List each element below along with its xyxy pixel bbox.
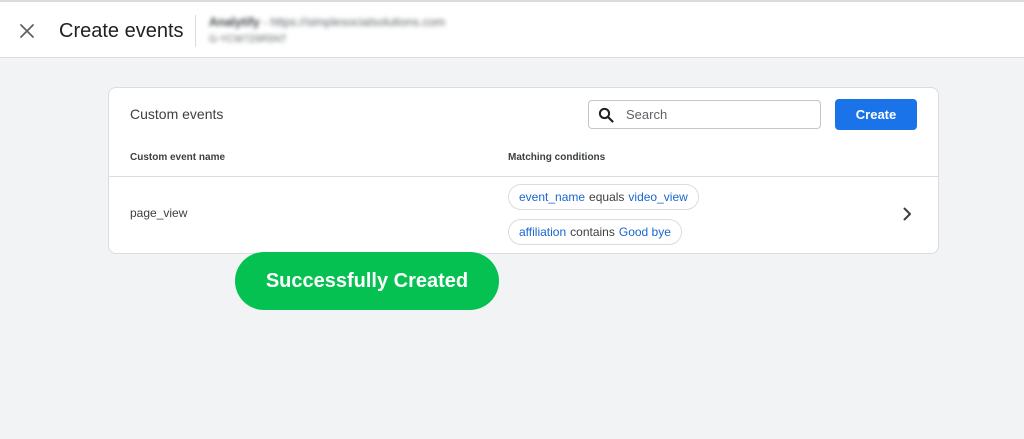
condition-chip: event_name equals video_view [508,184,699,210]
property-name: Analytify [209,15,260,29]
search-icon [598,107,614,123]
property-name-line: Analytify - https://simplesocialsolution… [209,14,445,30]
column-header-event-name: Custom event name [130,152,226,163]
header-divider [195,15,196,47]
top-bar: Create events Analytify - https://simple… [0,0,1024,58]
property-info: Analytify - https://simplesocialsolution… [209,14,445,47]
event-name: page_view [130,206,188,220]
condition-operator: equals [589,190,625,204]
create-button[interactable]: Create [835,99,917,130]
success-toast: Successfully Created [235,252,499,310]
condition-operator: contains [570,225,615,239]
condition-field: affiliation [519,225,567,239]
close-button[interactable] [14,18,40,44]
table-row[interactable]: page_view event_name equals video_view a… [109,177,938,253]
condition-field: event_name [519,190,586,204]
custom-events-card: Custom events Create Custom event name M… [108,87,939,254]
card-title: Custom events [130,106,224,122]
condition-value: Good bye [618,225,671,239]
property-id: G-YCW7Z6R5NT [209,34,287,45]
condition-chip: affiliation contains Good bye [508,219,682,245]
column-header-matching-conditions: Matching conditions [508,152,606,163]
property-url: https://simplesocialsolutions.com [270,15,446,29]
search-input[interactable] [624,106,808,123]
search-box[interactable] [588,100,821,129]
close-icon [20,24,34,38]
page-title: Create events [59,20,184,42]
chevron-right-icon[interactable] [901,206,913,222]
condition-value: video_view [628,190,688,204]
